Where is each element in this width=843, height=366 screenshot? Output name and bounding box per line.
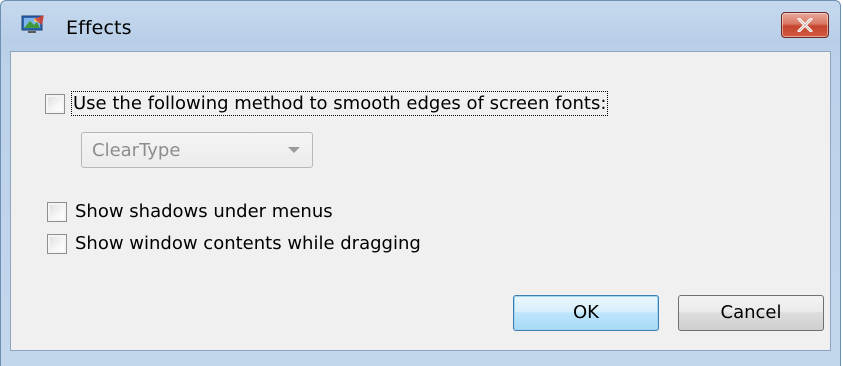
ok-button[interactable]: OK — [513, 295, 659, 331]
window-bottom-frame — [10, 351, 831, 366]
window-title: Effects — [66, 17, 132, 39]
smooth-fonts-checkbox[interactable] — [45, 93, 65, 114]
drag-contents-label[interactable]: Show window contents while dragging — [75, 233, 421, 254]
smoothing-method-dropdown[interactable]: ClearType — [81, 132, 313, 168]
shadows-option[interactable]: Show shadows under menus — [47, 201, 333, 222]
chevron-down-icon — [288, 147, 300, 153]
effects-dialog: Effects Use the following method to smoo… — [0, 0, 841, 366]
smooth-fonts-label[interactable]: Use the following method to smooth edges… — [70, 91, 609, 116]
title-bar[interactable]: Effects — [1, 1, 840, 51]
shadows-checkbox[interactable] — [47, 201, 67, 222]
display-settings-icon — [20, 13, 46, 35]
smoothing-method-value: ClearType — [92, 140, 181, 161]
cancel-button[interactable]: Cancel — [678, 295, 824, 331]
smooth-fonts-option[interactable]: Use the following method to smooth edges… — [45, 91, 609, 116]
drag-contents-option[interactable]: Show window contents while dragging — [47, 233, 421, 254]
dialog-content: Use the following method to smooth edges… — [10, 51, 831, 351]
close-button[interactable] — [781, 12, 829, 38]
drag-contents-checkbox[interactable] — [47, 233, 67, 254]
shadows-label[interactable]: Show shadows under menus — [75, 201, 333, 222]
